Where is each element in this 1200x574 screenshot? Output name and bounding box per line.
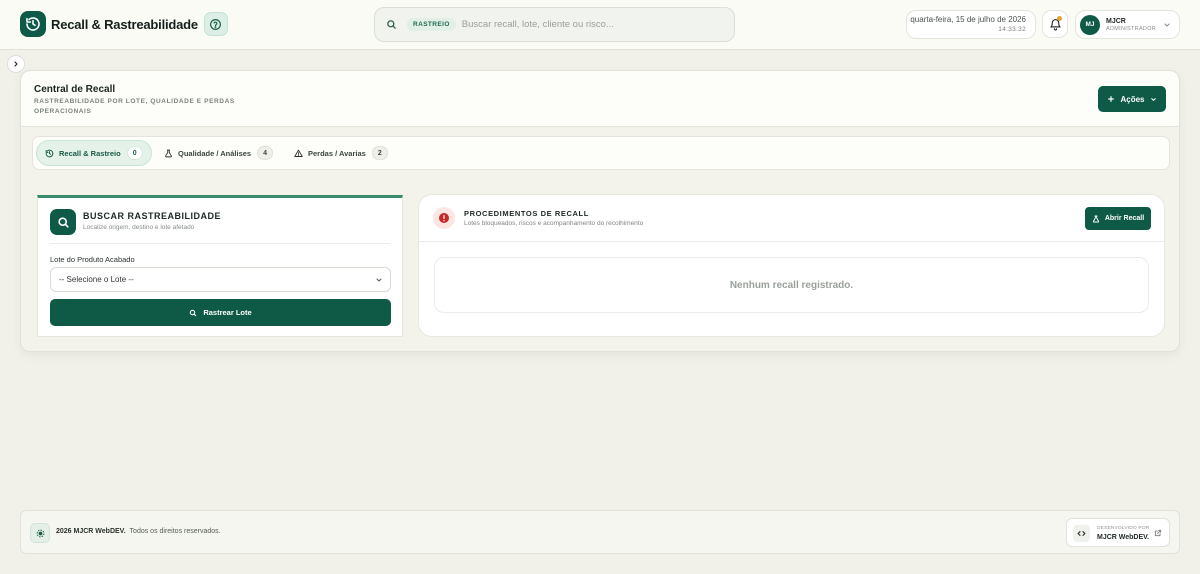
- chevron-right-icon: [14, 61, 18, 67]
- search-input[interactable]: [461, 19, 732, 30]
- panel-subtitle: Lotes bloqueados, riscos e acompanhament…: [464, 220, 644, 227]
- user-name: MJCR: [1106, 17, 1126, 25]
- chevron-down-icon: [1164, 23, 1170, 27]
- traceability-search-panel: BUSCAR RASTREABILIDADE Localize origem, …: [37, 195, 403, 337]
- developer-label: DESENVOLVIDO POR: [1097, 526, 1150, 531]
- help-icon: [210, 18, 222, 30]
- recall-panel-header: PROCEDIMENTOS DE RECALL Lotes bloqueados…: [419, 195, 1164, 242]
- recall-procedures-panel: PROCEDIMENTOS DE RECALL Lotes bloqueados…: [418, 194, 1165, 337]
- alert-icon: [433, 207, 455, 229]
- panel-subtitle: Localize origem, destino e lote afetado: [83, 224, 195, 231]
- tab-count: 2: [371, 146, 388, 160]
- search-icon: [190, 309, 197, 316]
- tab-label: Qualidade / Análises: [178, 148, 252, 158]
- developer-name: MJCR WebDEV.: [1097, 534, 1150, 541]
- page-title: Central de Recall: [34, 84, 116, 95]
- open-recall-button[interactable]: Abrir Recall: [1085, 207, 1151, 230]
- panel-title: BUSCAR RASTREABILIDADE: [83, 211, 222, 221]
- gear-icon: [30, 523, 50, 543]
- code-icon: [1073, 525, 1090, 542]
- flask-icon: [1092, 215, 1099, 222]
- date-time-display: quarta-feira, 15 de julho de 2026 14:33:…: [906, 10, 1036, 39]
- tab-qualidade-analises[interactable]: Qualidade / Análises 4: [156, 140, 281, 166]
- tab-recall-rastreio[interactable]: Recall & Rastreio 0: [36, 140, 152, 166]
- search-bar[interactable]: RASTREIO: [374, 7, 735, 42]
- history-icon: [45, 149, 54, 158]
- tab-perdas-avarias[interactable]: Perdas / Avarias 2: [286, 140, 396, 166]
- chevron-down-icon: [1150, 97, 1156, 101]
- trace-lot-label: Rastrear Lote: [203, 308, 252, 317]
- app-title: Recall & Rastreabilidade: [51, 16, 198, 32]
- open-recall-label: Abrir Recall: [1104, 215, 1145, 222]
- tab-count: 4: [257, 146, 274, 160]
- user-role: ADMINISTRADOR: [1106, 25, 1157, 32]
- actions-button[interactable]: Ações: [1098, 86, 1166, 112]
- search-icon: [50, 209, 76, 235]
- current-date: quarta-feira, 15 de julho de 2026: [910, 15, 1026, 24]
- lot-select[interactable]: -- Selecione o Lote --: [50, 267, 391, 292]
- copyright-text: 2026 MJCR WebDEV. Todos os direitos rese…: [56, 528, 221, 535]
- actions-label: Ações: [1120, 94, 1145, 104]
- notification-dot: [1057, 16, 1062, 21]
- tab-label: Perdas / Avarias: [308, 148, 366, 158]
- developer-link[interactable]: DESENVOLVIDO POR MJCR WebDEV.: [1066, 518, 1170, 547]
- lot-select-value: -- Selecione o Lote --: [59, 275, 134, 284]
- help-button[interactable]: [203, 12, 228, 36]
- search-icon: [384, 18, 398, 32]
- notifications-button[interactable]: [1042, 10, 1068, 38]
- panel-title: PROCEDIMENTOS DE RECALL: [464, 209, 589, 218]
- external-link-icon: [1154, 529, 1162, 537]
- recall-center-card: Central de Recall RASTREABILIDADE POR LO…: [20, 70, 1180, 352]
- warning-icon: [294, 149, 303, 158]
- tab-count: 0: [126, 146, 143, 160]
- flask-icon: [164, 149, 173, 158]
- divider: [50, 243, 390, 244]
- plus-icon: [1108, 96, 1115, 102]
- page-header: Central de Recall RASTREABILIDADE POR LO…: [21, 71, 1179, 127]
- history-icon: [20, 11, 46, 37]
- user-menu[interactable]: MJ MJCR ADMINISTRADOR: [1075, 10, 1180, 39]
- brand: Recall & Rastreabilidade: [20, 11, 228, 37]
- footer-brand: 2026 MJCR WebDEV.: [56, 528, 126, 535]
- lot-field-label: Lote do Produto Acabado: [50, 255, 135, 264]
- top-bar: Recall & Rastreabilidade RASTREIO quarta…: [0, 0, 1200, 50]
- empty-message: Nenhum recall registrado.: [729, 279, 854, 291]
- chevron-down-icon: [376, 278, 382, 282]
- avatar: MJ: [1080, 14, 1100, 35]
- footer: 2026 MJCR WebDEV. Todos os direitos rese…: [20, 510, 1180, 554]
- search-scope-tag: RASTREIO: [407, 18, 456, 31]
- page-subtitle: RASTREABILIDADE POR LOTE, QUALIDADE E PE…: [34, 98, 235, 115]
- tabs-bar: Recall & Rastreio 0 Qualidade / Análises…: [32, 136, 1170, 170]
- tab-label: Recall & Rastreio: [59, 148, 121, 158]
- sidebar-toggle-button[interactable]: [7, 55, 25, 73]
- empty-state: Nenhum recall registrado.: [434, 257, 1149, 313]
- current-time: 14:33:32: [998, 26, 1026, 33]
- footer-rights: Todos os direitos reservados.: [129, 528, 221, 535]
- trace-lot-button[interactable]: Rastrear Lote: [50, 299, 391, 326]
